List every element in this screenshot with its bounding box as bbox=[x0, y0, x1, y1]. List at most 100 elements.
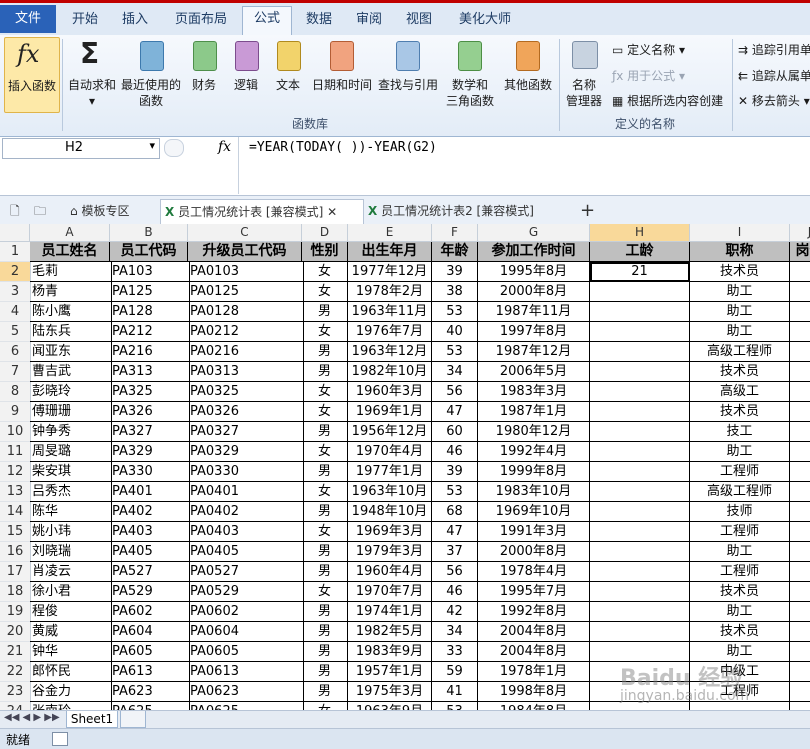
table-cell[interactable]: PA313 bbox=[110, 362, 190, 382]
row-header[interactable]: 11 bbox=[0, 442, 31, 462]
text-button[interactable]: 文本 bbox=[268, 37, 308, 111]
table-cell[interactable]: 技术员 bbox=[690, 262, 790, 282]
table-cell[interactable]: 1978年2月 bbox=[348, 282, 432, 302]
table-cell[interactable]: PA125 bbox=[110, 282, 190, 302]
row-header[interactable]: 6 bbox=[0, 342, 31, 362]
table-cell[interactable]: 男 bbox=[302, 342, 348, 362]
column-header[interactable]: D bbox=[302, 224, 348, 242]
table-cell[interactable]: 助工 bbox=[690, 602, 790, 622]
table-cell[interactable]: PA604 bbox=[110, 622, 190, 642]
table-cell[interactable]: 1976年7月 bbox=[348, 322, 432, 342]
table-cell[interactable]: 47 bbox=[432, 402, 478, 422]
row-header[interactable]: 5 bbox=[0, 322, 31, 342]
table-cell[interactable]: 68 bbox=[432, 502, 478, 522]
table-cell[interactable]: 高级工程师 bbox=[690, 342, 790, 362]
table-cell[interactable]: 39 bbox=[432, 262, 478, 282]
table-cell[interactable]: PA0325 bbox=[188, 382, 304, 402]
table-cell[interactable]: 1970年7月 bbox=[348, 582, 432, 602]
table-cell[interactable]: PA0125 bbox=[188, 282, 304, 302]
row-header[interactable]: 22 bbox=[0, 662, 31, 682]
table-cell[interactable]: PA403 bbox=[110, 522, 190, 542]
table-cell[interactable]: 1978年4月 bbox=[478, 562, 590, 582]
table-cell[interactable]: 高级工程师 bbox=[690, 482, 790, 502]
table-cell[interactable]: 钟争秀 bbox=[30, 422, 112, 442]
table-cell[interactable]: PA0330 bbox=[188, 462, 304, 482]
table-cell[interactable] bbox=[790, 362, 810, 382]
table-cell[interactable]: PA623 bbox=[110, 682, 190, 702]
column-title-cell[interactable]: 工龄 bbox=[590, 242, 690, 262]
table-cell[interactable] bbox=[590, 482, 690, 502]
table-cell[interactable]: 男 bbox=[302, 302, 348, 322]
tab-beautify[interactable]: 美化大师 bbox=[450, 8, 520, 32]
table-cell[interactable]: 肖凌云 bbox=[30, 562, 112, 582]
table-cell[interactable]: PA0605 bbox=[188, 642, 304, 662]
table-cell[interactable] bbox=[790, 502, 810, 522]
table-cell[interactable]: 53 bbox=[432, 342, 478, 362]
table-cell[interactable]: 陆东兵 bbox=[30, 322, 112, 342]
table-cell[interactable]: PA329 bbox=[110, 442, 190, 462]
table-cell[interactable]: 1983年9月 bbox=[348, 642, 432, 662]
table-cell[interactable]: PA326 bbox=[110, 402, 190, 422]
table-cell[interactable]: 1998年8月 bbox=[478, 682, 590, 702]
select-all-corner[interactable] bbox=[0, 224, 30, 242]
table-cell[interactable]: 钟华 bbox=[30, 642, 112, 662]
table-cell[interactable]: 工程师 bbox=[690, 562, 790, 582]
table-cell[interactable]: 女 bbox=[302, 262, 348, 282]
table-cell[interactable]: PA605 bbox=[110, 642, 190, 662]
folder-icon[interactable]: 🗀 bbox=[34, 199, 46, 223]
table-cell[interactable]: PA0403 bbox=[188, 522, 304, 542]
tab-formulas[interactable]: 公式 bbox=[242, 6, 292, 36]
table-cell[interactable]: 33 bbox=[432, 642, 478, 662]
table-cell[interactable]: PA0623 bbox=[188, 682, 304, 702]
table-cell[interactable] bbox=[790, 382, 810, 402]
tab-file[interactable]: 文件 bbox=[0, 5, 56, 33]
active-cell[interactable]: 21 bbox=[590, 262, 690, 282]
table-cell[interactable] bbox=[590, 462, 690, 482]
table-cell[interactable]: PA0327 bbox=[188, 422, 304, 442]
table-cell[interactable]: PA529 bbox=[110, 582, 190, 602]
table-cell[interactable]: PA0625 bbox=[188, 702, 304, 710]
table-cell[interactable]: 郎怀民 bbox=[30, 662, 112, 682]
table-cell[interactable] bbox=[590, 342, 690, 362]
column-title-cell[interactable]: 岗位 bbox=[790, 242, 810, 262]
table-cell[interactable]: 杨青 bbox=[30, 282, 112, 302]
row-header[interactable]: 20 bbox=[0, 622, 31, 642]
table-cell[interactable]: 1969年10月 bbox=[478, 502, 590, 522]
column-title-cell[interactable]: 员工姓名 bbox=[30, 242, 110, 262]
table-cell[interactable] bbox=[790, 322, 810, 342]
table-cell[interactable] bbox=[790, 602, 810, 622]
table-cell[interactable]: 40 bbox=[432, 322, 478, 342]
table-cell[interactable]: 曹吉武 bbox=[30, 362, 112, 382]
column-header[interactable]: J bbox=[790, 224, 810, 242]
row-header[interactable]: 24 bbox=[0, 702, 31, 710]
table-cell[interactable]: PA0128 bbox=[188, 302, 304, 322]
table-cell[interactable]: 女 bbox=[302, 382, 348, 402]
table-cell[interactable] bbox=[590, 522, 690, 542]
table-cell[interactable]: PA327 bbox=[110, 422, 190, 442]
table-cell[interactable] bbox=[590, 562, 690, 582]
table-cell[interactable] bbox=[790, 562, 810, 582]
table-cell[interactable]: 吕秀杰 bbox=[30, 482, 112, 502]
table-cell[interactable]: 1963年12月 bbox=[348, 342, 432, 362]
row-header[interactable]: 2 bbox=[0, 262, 31, 282]
spreadsheet-grid[interactable]: A B C D E F G H I J 1 员工姓名 员工代码 升级员工代码 性别 出生年月 年龄 参加工作时间工… bbox=[0, 224, 810, 710]
table-cell[interactable]: 1960年3月 bbox=[348, 382, 432, 402]
table-cell[interactable]: 38 bbox=[432, 282, 478, 302]
table-cell[interactable]: PA0613 bbox=[188, 662, 304, 682]
tab-review[interactable]: 审阅 bbox=[346, 8, 392, 32]
table-cell[interactable]: PA625 bbox=[110, 702, 190, 710]
table-cell[interactable] bbox=[790, 642, 810, 662]
table-cell[interactable]: PA330 bbox=[110, 462, 190, 482]
table-cell[interactable]: 张南玲 bbox=[30, 702, 112, 710]
table-cell[interactable]: 1983年10月 bbox=[478, 482, 590, 502]
table-cell[interactable]: 37 bbox=[432, 542, 478, 562]
row-header[interactable]: 19 bbox=[0, 602, 31, 622]
column-title-cell[interactable]: 参加工作时间 bbox=[478, 242, 590, 262]
table-cell[interactable]: 男 bbox=[302, 362, 348, 382]
row-header[interactable]: 14 bbox=[0, 502, 31, 522]
table-cell[interactable]: PA0313 bbox=[188, 362, 304, 382]
table-cell[interactable]: 1969年3月 bbox=[348, 522, 432, 542]
create-from-selection-button[interactable]: ▦ 根据所选内容创建 bbox=[612, 92, 723, 109]
table-cell[interactable]: 刘晓瑞 bbox=[30, 542, 112, 562]
table-cell[interactable]: 女 bbox=[302, 702, 348, 710]
